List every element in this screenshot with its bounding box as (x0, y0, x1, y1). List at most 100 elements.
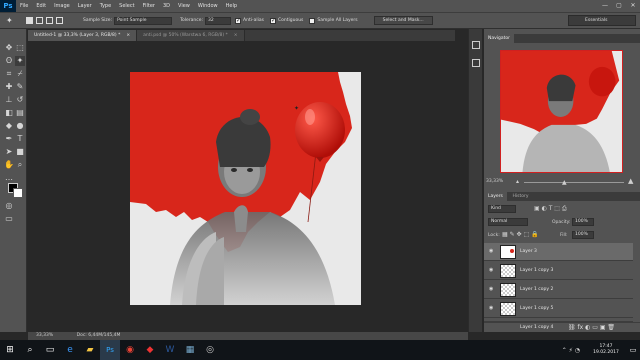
gradient-icon[interactable]: ▤ (15, 108, 25, 118)
maximize-button[interactable]: ▢ (612, 0, 626, 12)
word-icon[interactable]: W (160, 340, 180, 360)
move-icon[interactable]: ✥ (4, 43, 14, 53)
sample-all-layers-checkbox[interactable] (309, 17, 316, 24)
intersect-selection-icon[interactable] (56, 17, 63, 24)
workspace-select[interactable]: Essentials (568, 15, 636, 26)
eraser-icon[interactable]: ◧ (4, 108, 14, 118)
tolerance-input[interactable]: 32 (205, 16, 232, 25)
marquee-icon[interactable]: ⬚ (15, 43, 25, 53)
menu-image[interactable]: Image (50, 0, 74, 12)
visibility-eye-icon[interactable]: ◉ (489, 287, 495, 292)
app-icon[interactable]: ▦ (180, 340, 200, 360)
shape-icon[interactable]: ■ (15, 147, 25, 157)
menu-help[interactable]: Help (222, 0, 241, 12)
layer-kind-select[interactable]: Kind (488, 205, 516, 213)
menu-select[interactable]: Select (115, 0, 138, 12)
layer-name[interactable]: Layer 3 (520, 249, 537, 254)
close-tab-icon[interactable]: × (234, 33, 238, 38)
stamp-icon[interactable]: ⊥ (4, 95, 14, 105)
document-canvas[interactable] (130, 72, 361, 305)
layer-row[interactable]: ◉ Layer 1 copy 2 (484, 281, 633, 299)
system-tray-icons[interactable]: ⌃ ⚡ ◔ (562, 347, 580, 354)
path-select-icon[interactable]: ➤ (4, 147, 14, 157)
explorer-icon[interactable]: ▰ (80, 340, 100, 360)
quick-mask-icon[interactable]: ◎ (4, 201, 14, 211)
close-tab-icon[interactable]: × (126, 33, 130, 38)
visibility-eye-icon[interactable]: ◉ (489, 249, 495, 254)
minimize-button[interactable]: — (598, 0, 612, 12)
clock[interactable]: 17:47 19.02.2017 (586, 344, 626, 356)
contiguous-checkbox[interactable] (269, 17, 276, 24)
tab-layers[interactable]: Layers (484, 192, 507, 201)
swatches-panel-icon[interactable] (472, 59, 480, 67)
add-selection-icon[interactable] (36, 17, 43, 24)
select-and-mask-button[interactable]: Select and Mask... (373, 16, 433, 25)
opacity-input[interactable]: 100% (572, 218, 594, 226)
zoom-slider-handle[interactable]: ▲ (562, 179, 567, 186)
layer-row[interactable]: ◉ Layer 1 copy 3 (484, 262, 633, 280)
zoom-icon[interactable]: ⌕ (15, 160, 25, 170)
navigator-thumbnail[interactable] (500, 50, 623, 173)
layer-name[interactable]: Layer 1 copy 3 (520, 268, 553, 273)
layer-row[interactable]: ◉ Layer 1 copy 5 (484, 300, 633, 318)
visibility-eye-icon[interactable]: ◉ (489, 306, 495, 311)
menu-edit[interactable]: Edit (32, 0, 50, 12)
menu-file[interactable]: File (16, 0, 32, 12)
notification-icon[interactable]: ▭ (626, 340, 640, 360)
new-selection-icon[interactable] (26, 17, 33, 24)
layer-row[interactable]: ◉ Layer 3 (484, 243, 633, 261)
zoom-out-icon[interactable]: ▴ (516, 178, 519, 185)
start-icon[interactable]: ⊞ (0, 340, 20, 360)
photoshop-taskbar-icon[interactable]: Ps (100, 340, 120, 360)
zoom-in-icon[interactable]: ▲ (628, 177, 633, 185)
blur-icon[interactable]: ◆ (4, 121, 14, 131)
type-icon[interactable]: T (15, 134, 25, 144)
menu-layer[interactable]: Layer (74, 0, 96, 12)
dodge-icon[interactable]: ● (15, 121, 25, 131)
media-icon[interactable]: ◎ (200, 340, 220, 360)
acrobat-icon[interactable]: ◆ (140, 340, 160, 360)
filter-pixel-icon[interactable]: ▣ ◐ T ⬚ ⎙ (534, 205, 567, 213)
blend-mode-select[interactable]: Normal (488, 218, 528, 226)
menu-filter[interactable]: Filter (139, 0, 159, 12)
screen-mode-icon[interactable]: ▭ (4, 214, 14, 224)
brush-icon[interactable]: ✎ (15, 82, 25, 92)
lasso-icon[interactable]: ʘ (4, 56, 14, 66)
zoom-slider[interactable] (524, 182, 624, 183)
doc-size[interactable]: Doc: 6,44M/145,4M (77, 333, 121, 338)
menu-3d[interactable]: 3D (159, 0, 174, 12)
lock-icons[interactable]: ▦ ✎ ✥ ⬚ 🔒 (502, 231, 539, 238)
chrome-icon[interactable]: ◉ (120, 340, 140, 360)
menu-window[interactable]: Window (194, 0, 222, 12)
navigator-zoom-value[interactable]: 33,33% (486, 179, 503, 184)
tab-history[interactable]: History (509, 192, 533, 201)
menu-type[interactable]: Type (96, 0, 115, 12)
more-tools-icon[interactable]: … (4, 173, 14, 183)
healing-icon[interactable]: ✚ (4, 82, 14, 92)
subtract-selection-icon[interactable] (46, 17, 53, 24)
magic-wand-preset-icon[interactable]: ✦ (6, 16, 20, 25)
fill-input[interactable]: 100% (572, 231, 594, 239)
layer-name[interactable]: Layer 1 copy 5 (520, 306, 553, 311)
color-panel-icon[interactable] (472, 41, 480, 49)
visibility-eye-icon[interactable]: ◉ (489, 268, 495, 273)
layer-actions-icons[interactable]: ⛓ fx ◐ ▭ ▣ 🗑 (568, 324, 615, 331)
anti-alias-checkbox[interactable] (235, 17, 241, 24)
hand-icon[interactable]: ✋ (4, 160, 14, 170)
magic-wand-icon[interactable]: ✦ (15, 56, 25, 66)
history-brush-icon[interactable]: ↺ (15, 95, 25, 105)
tab-navigator[interactable]: Navigator (484, 34, 515, 43)
zoom-level[interactable]: 33,33% (36, 333, 53, 338)
background-color-swatch[interactable] (13, 188, 23, 198)
crop-icon[interactable]: ⌗ (4, 69, 14, 79)
search-icon[interactable]: ⌕ (20, 340, 40, 360)
edge-icon[interactable]: e (60, 340, 80, 360)
pen-icon[interactable]: ✒ (4, 134, 14, 144)
layer-name-partial[interactable]: Layer 1 copy 4 (520, 325, 553, 330)
layer-name[interactable]: Layer 1 copy 2 (520, 287, 553, 292)
tab-untitled-1[interactable]: Untitled-1 @ 33,3% (Layer 3, RGB/8) * × (28, 30, 138, 41)
task-view-icon[interactable]: ▭ (40, 340, 60, 360)
menu-view[interactable]: View (174, 0, 194, 12)
close-window-button[interactable]: ✕ (626, 0, 640, 12)
sample-size-select[interactable]: Point Sample (114, 16, 173, 25)
